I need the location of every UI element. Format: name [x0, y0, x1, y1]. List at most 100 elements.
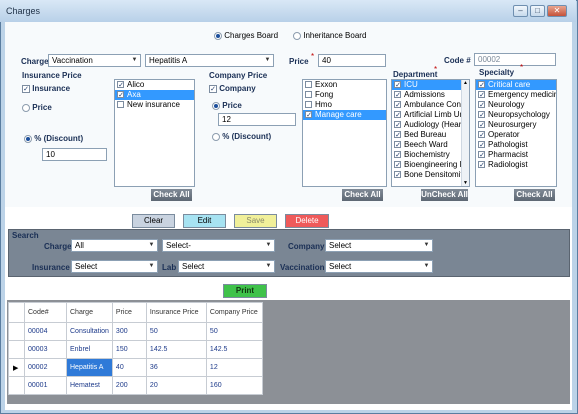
list-item[interactable]: Operator: [476, 130, 556, 140]
list-item[interactable]: Emergency medicin: [476, 90, 556, 100]
edit-button[interactable]: Edit: [183, 214, 226, 228]
checkbox-checked-icon: [478, 101, 485, 109]
list-item[interactable]: Audiology (Heari: [392, 120, 469, 130]
company-list[interactable]: Exxon Fong Hmo Manage care: [302, 79, 387, 187]
grid-cell[interactable]: 40: [111, 358, 147, 377]
delete-button[interactable]: Delete: [285, 214, 329, 228]
grid-header-insurance-price[interactable]: Insurance Price: [145, 302, 207, 323]
price-input[interactable]: 40: [318, 54, 386, 67]
search-charge-select[interactable]: All ▼: [71, 239, 158, 252]
insurance-discount-input[interactable]: 10: [42, 148, 107, 161]
department-scrollbar[interactable]: ▲ ▼: [461, 80, 469, 186]
company-price-radio[interactable]: Price: [212, 101, 242, 110]
grid-header-company-price[interactable]: Company Price: [205, 302, 263, 323]
charge-item-select[interactable]: Hepatitis A ▼: [145, 54, 274, 67]
minimize-button[interactable]: –: [513, 5, 528, 17]
grid-cell[interactable]: 36: [145, 358, 207, 377]
list-item[interactable]: New insurance: [115, 100, 194, 110]
list-item[interactable]: Critical care: [476, 80, 556, 90]
list-item[interactable]: ICU: [392, 80, 469, 90]
insurance-check-all-button[interactable]: Check All: [151, 189, 192, 201]
search-charge-item-select[interactable]: Select- ▼: [162, 239, 275, 252]
list-item[interactable]: Ambulance Contr: [392, 100, 469, 110]
grid-cell[interactable]: 00004: [24, 322, 67, 341]
grid-cell[interactable]: 160: [205, 376, 263, 395]
list-item[interactable]: Exxon: [303, 80, 386, 90]
grid-cell[interactable]: 150: [111, 340, 147, 359]
grid-header-price[interactable]: Price: [111, 302, 147, 323]
row-header-cell[interactable]: [8, 376, 25, 395]
department-list[interactable]: ICU Admissions Ambulance Contr Artificia…: [391, 79, 470, 187]
grid-cell[interactable]: 142.5: [205, 340, 263, 359]
grid-cell[interactable]: 50: [205, 322, 263, 341]
code-input[interactable]: 00002: [474, 53, 556, 66]
list-item[interactable]: Fong: [303, 90, 386, 100]
list-item[interactable]: Bioengineering D: [392, 160, 469, 170]
list-item[interactable]: Axa: [115, 90, 194, 100]
list-item[interactable]: Manage care: [303, 110, 386, 120]
list-item[interactable]: Radiologist: [476, 160, 556, 170]
search-vaccination-select[interactable]: Select ▼: [325, 260, 433, 273]
grid-cell[interactable]: 00003: [24, 340, 67, 359]
department-uncheck-all-button[interactable]: UnCheck All: [421, 189, 468, 201]
clear-button[interactable]: Clear: [132, 214, 175, 228]
grid-cell[interactable]: Hematest: [66, 376, 113, 395]
scroll-up-icon[interactable]: ▲: [463, 80, 468, 86]
close-button[interactable]: ✕: [547, 5, 567, 17]
grid-header-code[interactable]: Code#: [24, 302, 67, 323]
insurance-list[interactable]: Alico Axa New insurance: [114, 79, 195, 187]
company-price-input[interactable]: 12: [218, 113, 296, 126]
insurance-price-radio[interactable]: Price: [22, 103, 52, 112]
grid-cell[interactable]: 00002: [24, 358, 67, 377]
table-row[interactable]: 00003 Enbrel 150 142.5 142.5: [8, 340, 263, 359]
list-item[interactable]: Bed Bureau: [392, 130, 469, 140]
grid-cell[interactable]: 00001: [24, 376, 67, 395]
title-bar[interactable]: Charges – □ ✕: [0, 0, 576, 22]
list-item[interactable]: Pharmacist: [476, 150, 556, 160]
inheritance-board-radio[interactable]: Inheritance Board: [293, 31, 366, 40]
grid-cell[interactable]: 200: [111, 376, 147, 395]
specialty-check-all-button[interactable]: Check All: [514, 189, 555, 201]
grid-cell[interactable]: 20: [145, 376, 207, 395]
list-item[interactable]: Admissions: [392, 90, 469, 100]
list-item[interactable]: Neurology: [476, 100, 556, 110]
current-row-arrow-icon[interactable]: ▶: [8, 358, 25, 377]
list-item[interactable]: Alico: [115, 80, 194, 90]
company-check-all-button[interactable]: Check All: [342, 189, 383, 201]
list-item[interactable]: Beech Ward: [392, 140, 469, 150]
print-button[interactable]: Print: [223, 284, 267, 298]
grid-header-charge[interactable]: Charge: [66, 302, 113, 323]
grid-cell[interactable]: 12: [205, 358, 263, 377]
search-company-select[interactable]: Select ▼: [325, 239, 433, 252]
table-row[interactable]: ▶ 00002 Hepatitis A 40 36 12: [8, 358, 263, 377]
save-button[interactable]: Save: [234, 214, 277, 228]
maximize-button[interactable]: □: [530, 5, 545, 17]
charges-board-radio[interactable]: Charges Board: [214, 31, 278, 40]
list-item[interactable]: Pathologist: [476, 140, 556, 150]
table-row[interactable]: 00004 Consultation 300 50 50: [8, 322, 263, 341]
grid-cell-selected[interactable]: Hepatitis A: [66, 358, 113, 377]
grid-cell[interactable]: 50: [145, 322, 207, 341]
list-item[interactable]: Hmo: [303, 100, 386, 110]
scroll-down-icon[interactable]: ▼: [463, 180, 468, 186]
list-item[interactable]: Neurosurgery: [476, 120, 556, 130]
search-insurance-select[interactable]: Select ▼: [71, 260, 158, 273]
grid-cell[interactable]: 142.5: [145, 340, 207, 359]
company-checkbox[interactable]: Company: [209, 84, 256, 93]
row-header-cell[interactable]: [8, 340, 25, 359]
company-discount-radio[interactable]: % (Discount): [212, 132, 271, 141]
insurance-checkbox[interactable]: Insurance: [22, 84, 70, 93]
list-item[interactable]: Neuropsychology: [476, 110, 556, 120]
list-item[interactable]: Bone Densitomit: [392, 170, 469, 180]
grid-cell[interactable]: Enbrel: [66, 340, 113, 359]
table-row[interactable]: 00001 Hematest 200 20 160: [8, 376, 263, 395]
search-lab-select[interactable]: Select ▼: [178, 260, 275, 273]
charge-select[interactable]: Vaccination ▼: [48, 54, 141, 67]
row-header-cell[interactable]: [8, 322, 25, 341]
grid-cell[interactable]: 300: [111, 322, 147, 341]
insurance-discount-radio[interactable]: % (Discount): [24, 134, 83, 143]
list-item[interactable]: Artificial Limb Ur: [392, 110, 469, 120]
specialty-list[interactable]: Critical care Emergency medicin Neurolog…: [475, 79, 557, 187]
grid-cell[interactable]: Consultation: [66, 322, 113, 341]
list-item[interactable]: Biochemistry: [392, 150, 469, 160]
